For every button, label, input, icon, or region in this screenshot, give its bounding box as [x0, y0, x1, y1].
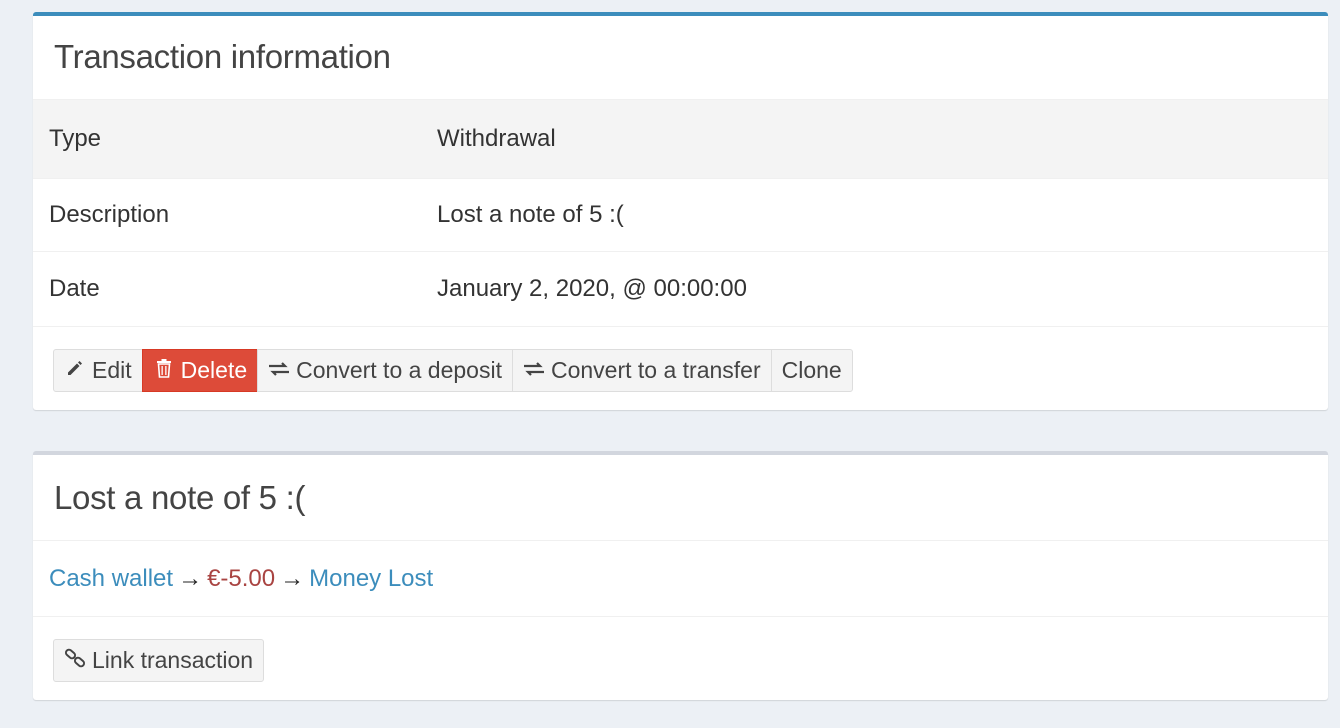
exchange-icon — [523, 357, 545, 384]
source-account-link[interactable]: Cash wallet — [49, 565, 173, 593]
table-row-date: Date January 2, 2020, @ 00:00:00 — [33, 251, 1328, 326]
convert-to-transfer-button[interactable]: Convert to a transfer — [511, 349, 772, 392]
table-row-description: Description Lost a note of 5 :( — [33, 178, 1328, 252]
trash-icon — [153, 357, 175, 384]
convert-to-transfer-label: Convert to a transfer — [550, 357, 761, 383]
action-toolbar: Edit Delete Convert to a deposit Convert… — [33, 326, 1328, 412]
row-value-type: Withdrawal — [421, 99, 1328, 179]
delete-button-label: Delete — [180, 357, 248, 383]
flow-arrow-icon: → — [178, 564, 203, 592]
clone-button-label: Clone — [781, 357, 842, 383]
row-key-description: Description — [33, 178, 421, 252]
transaction-info-title: Transaction information — [54, 38, 391, 75]
link-toolbar: Link transaction — [33, 616, 1328, 704]
split-title: Lost a note of 5 :( — [54, 479, 306, 516]
exchange-icon — [268, 357, 290, 384]
transaction-flow: Cash wallet → €-5.00 → Money Lost — [33, 540, 1328, 616]
chain-link-icon — [64, 647, 86, 674]
delete-button[interactable]: Delete — [141, 349, 259, 392]
pencil-icon — [64, 357, 86, 384]
amount-value: €-5.00 — [207, 564, 276, 592]
row-key-type: Type — [33, 99, 421, 179]
row-key-date: Date — [33, 251, 421, 326]
row-value-description: Lost a note of 5 :( — [421, 178, 1328, 252]
transaction-info-table: Type Withdrawal Description Lost a note … — [33, 99, 1328, 326]
destination-account-link[interactable]: Money Lost — [309, 565, 433, 593]
clone-button[interactable]: Clone — [770, 349, 853, 392]
link-transaction-button[interactable]: Link transaction — [53, 639, 265, 682]
link-transaction-label: Link transaction — [92, 647, 254, 673]
flow-arrow-icon: → — [280, 564, 305, 592]
transaction-info-box: Transaction information Type Withdrawal … — [33, 12, 1328, 410]
convert-to-deposit-label: Convert to a deposit — [296, 357, 502, 383]
action-button-group: Edit Delete Convert to a deposit Convert… — [53, 349, 853, 392]
transaction-split-box: Lost a note of 5 :( Cash wallet → €-5.00… — [33, 451, 1328, 700]
convert-to-deposit-button[interactable]: Convert to a deposit — [257, 349, 513, 392]
edit-button[interactable]: Edit — [53, 349, 143, 392]
edit-button-label: Edit — [92, 357, 132, 383]
table-row-type: Type Withdrawal — [33, 99, 1328, 179]
row-value-date: January 2, 2020, @ 00:00:00 — [421, 251, 1328, 326]
